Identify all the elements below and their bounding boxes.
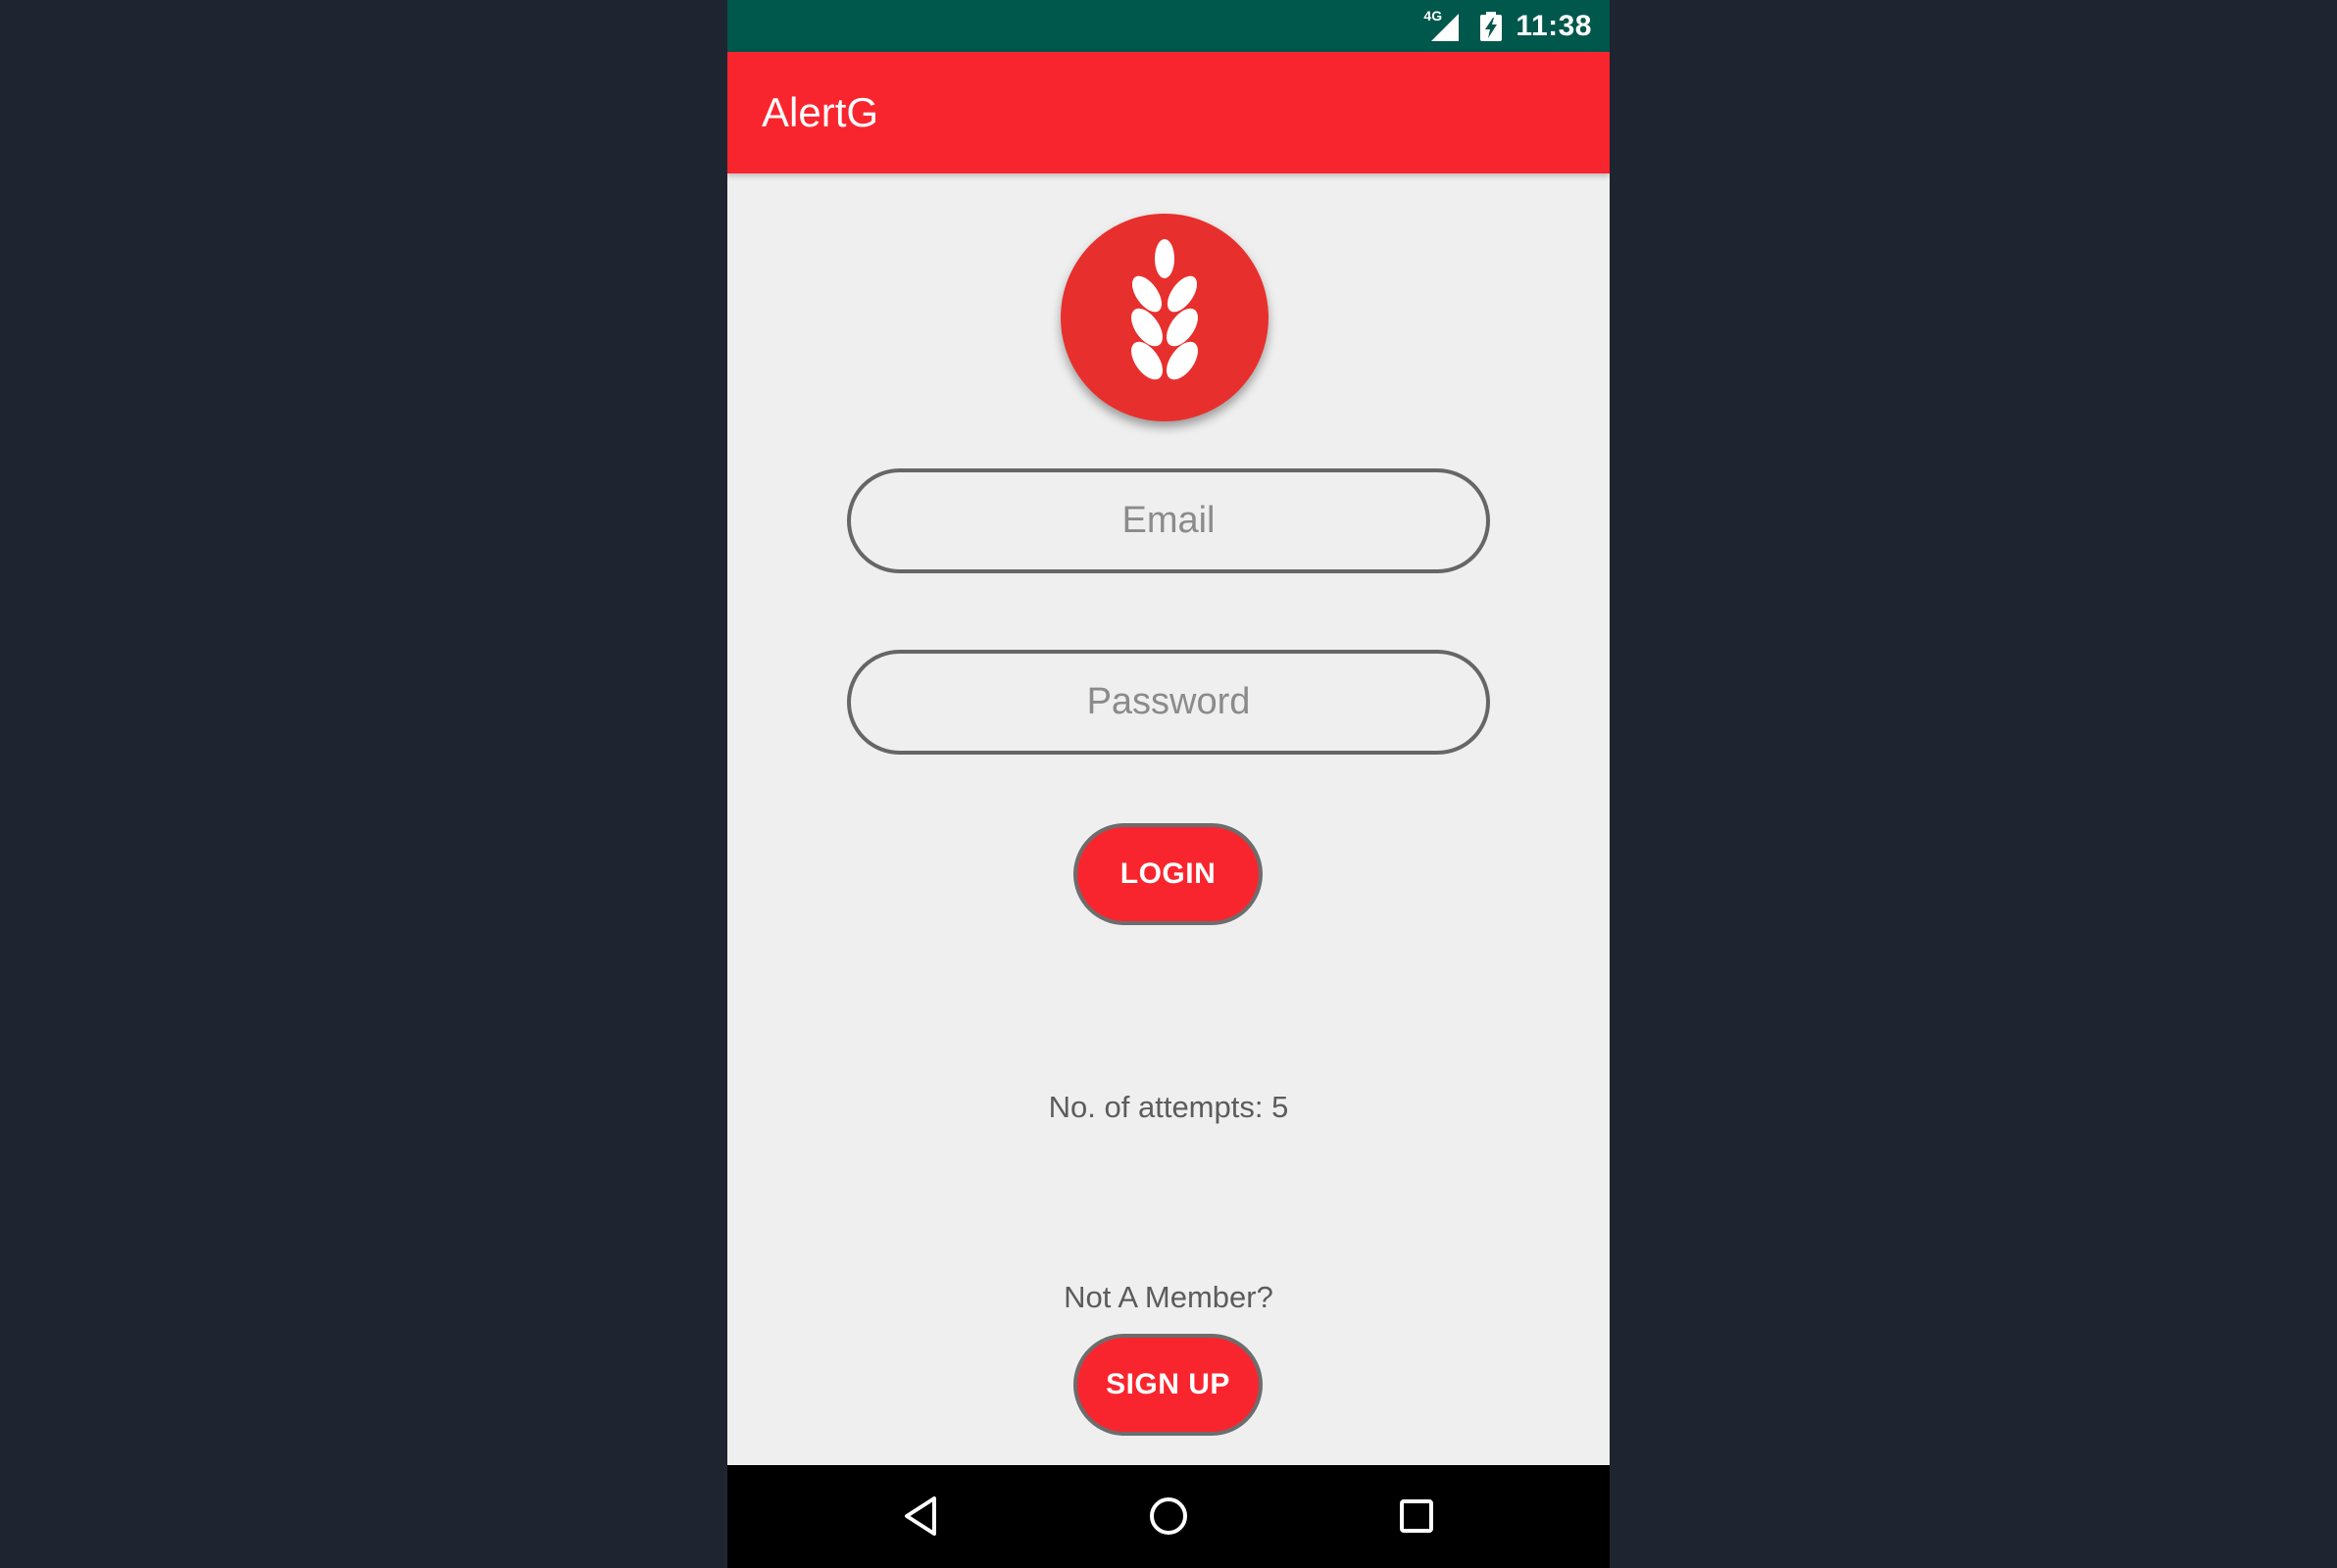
home-circle-icon[interactable] (1139, 1487, 1198, 1545)
email-input[interactable] (880, 499, 1457, 543)
attempts-counter: No. of attempts: 5 (1048, 1090, 1289, 1124)
recents-square-icon[interactable] (1387, 1487, 1446, 1545)
login-button[interactable]: LOGIN (1073, 823, 1263, 925)
wheat-icon (1131, 239, 1198, 380)
status-bar: 4G 11:38 (727, 0, 1610, 52)
clock: 11:38 (1516, 9, 1592, 42)
app-bar: AlertG (727, 52, 1610, 173)
app-title: AlertG (762, 89, 879, 135)
email-field[interactable] (847, 468, 1490, 573)
navigation-bar (727, 1465, 1610, 1568)
password-field[interactable] (847, 650, 1490, 755)
phone-screen: 4G 11:38 AlertG Email LOGIN No. of attem… (727, 0, 1610, 1568)
app-logo (1061, 214, 1268, 421)
battery-charging-icon (1480, 11, 1503, 41)
not-member-prompt: Not A Member? (1064, 1280, 1273, 1314)
back-triangle-icon[interactable] (891, 1487, 950, 1545)
signup-button[interactable]: SIGN UP (1073, 1334, 1263, 1436)
password-input[interactable] (880, 680, 1457, 724)
signal-icon: 4G (1423, 8, 1463, 43)
